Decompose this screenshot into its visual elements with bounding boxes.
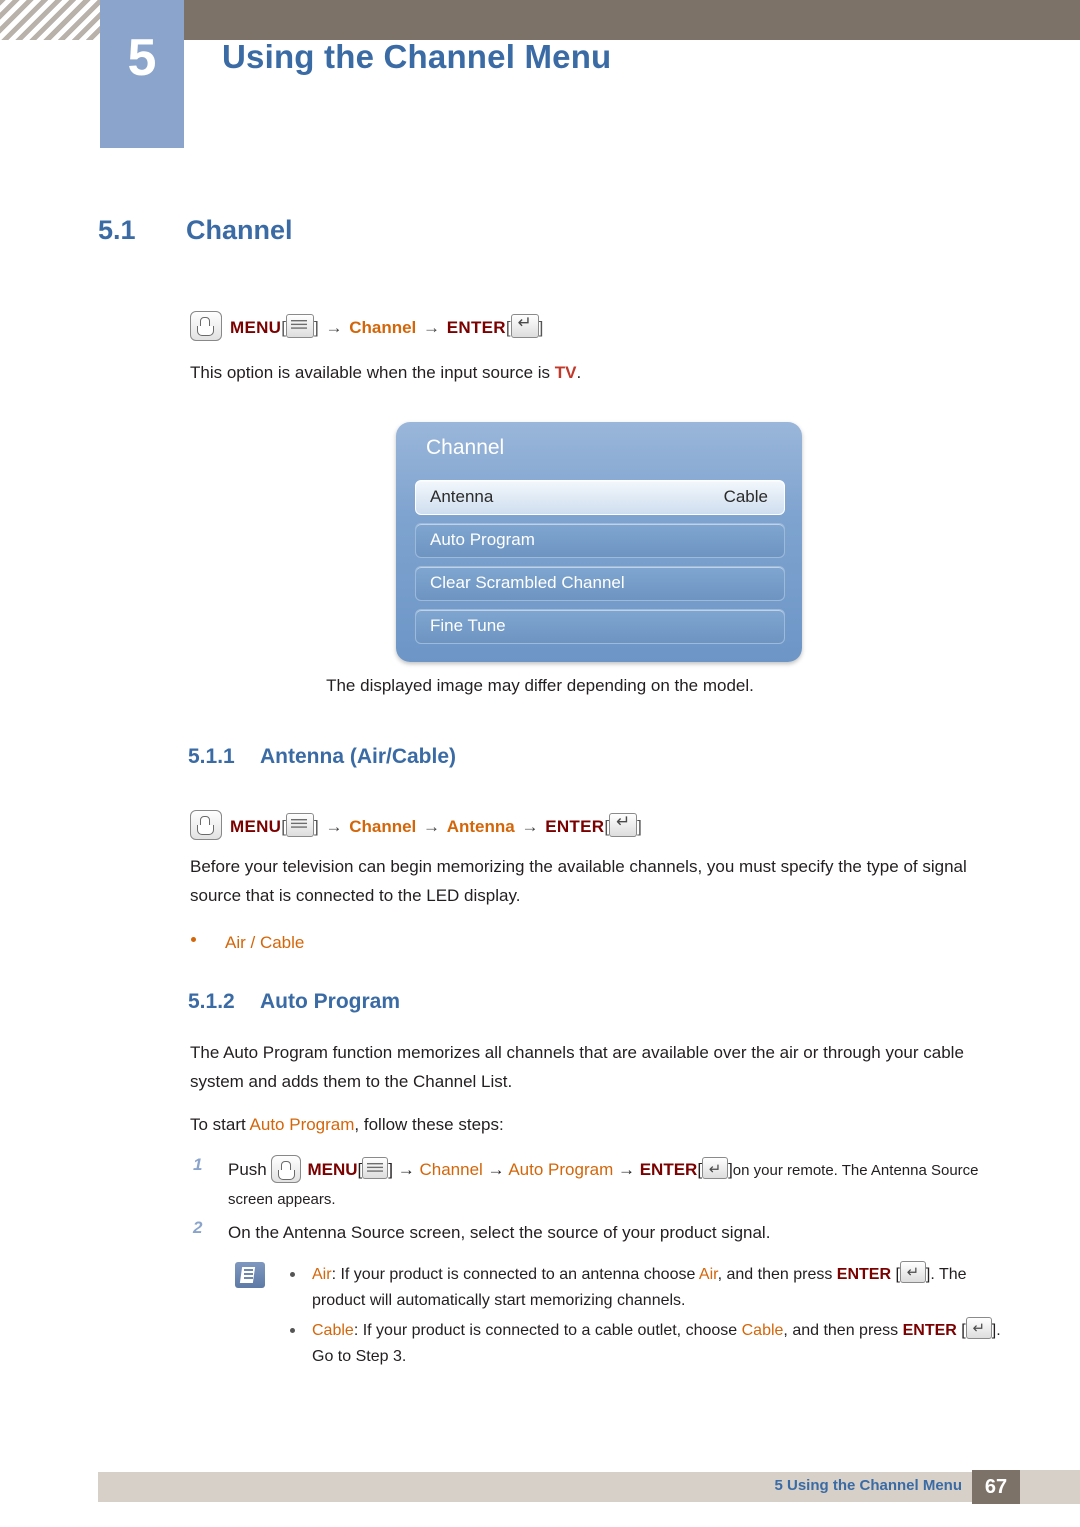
path-channel-label: Channel [419,1160,483,1179]
enter-label: ENTER [836,1266,892,1283]
auto-program-paragraph: The Auto Program function memorizes all … [190,1043,964,1091]
menu-button-icon [286,813,314,837]
intro-paragraph: This option is available when the input … [190,358,990,387]
step-number-1: 1 [193,1155,203,1174]
osd-row-fine-tune[interactable]: Fine Tune [415,609,785,644]
note-cable-before: : If your product is connected to a cabl… [353,1322,742,1339]
note-cable-mid: , and then press [783,1322,903,1339]
hand-press-icon [190,810,222,840]
osd-row-label: Antenna [430,487,494,506]
enter-button-icon [609,812,638,837]
chapter-number-badge: 5 [100,0,184,148]
arrow-glyph-2: → [423,817,440,836]
start-line-highlight: Auto Program [249,1115,355,1134]
bracket-close: ] [388,1160,394,1179]
menu-label: MENU [230,318,282,337]
menu-button-icon [286,314,314,338]
footer-page-number: 67 [972,1470,1020,1504]
step-number-2: 2 [193,1218,203,1237]
osd-caption: The displayed image may differ depending… [326,676,754,695]
bracket-close-2: ] [538,318,544,337]
osd-channel-menu: Channel Antenna Cable Auto Program Clear… [396,422,802,662]
note-icon [235,1262,265,1288]
hand-press-icon [271,1155,302,1183]
intro-text-after: . [576,363,582,382]
enter-label: ENTER [639,1160,698,1179]
note-cable: Cable: If your product is connected to a… [312,1316,1002,1370]
arrow-glyph: → [325,318,343,337]
antenna-options-bullet: Air / Cable [225,933,305,952]
bracket-open-2: [ [505,318,511,337]
step-2-text: On the Antenna Source screen, select the… [228,1223,771,1242]
section-number: 5.1 [98,215,136,245]
menu-button-icon [362,1157,389,1179]
path-channel-label: Channel [349,318,417,337]
enter-button-icon [510,313,539,338]
enter-label: ENTER [545,817,605,836]
note-air-before: : If your product is connected to an ant… [331,1266,699,1283]
osd-row-label: Fine Tune [430,616,506,635]
intro-text-before: This option is available when the input … [190,363,555,382]
osd-row-label: Auto Program [430,530,535,549]
header-hatch-decoration [0,0,100,40]
arrow-glyph-3: → [521,817,539,836]
start-line-before: To start [190,1115,250,1134]
antenna-paragraph: Before your television can begin memoriz… [190,857,967,905]
note-term-cable-2: Cable [741,1322,784,1339]
menu-path-channel: MENU[] → Channel → ENTER[] [190,311,543,341]
bracket-close: ] [314,817,319,836]
enter-button-icon [899,1260,926,1286]
bracket-close-2: ] [637,817,642,836]
subsection-title: Antenna (Air/Cable) [260,745,457,768]
menu-label: MENU [307,1160,358,1179]
arrow-glyph: → [325,817,343,836]
footer-chapter-text: 5 Using the Channel Menu [774,1477,962,1494]
start-line-after: , follow these steps: [354,1115,504,1134]
enter-button-icon [965,1316,992,1342]
enter-label: ENTER [902,1322,957,1339]
osd-row-label: Clear Scrambled Channel [430,573,625,592]
osd-row-antenna[interactable]: Antenna Cable [415,480,785,515]
menu-path-antenna: MENU[] → Channel → Antenna → ENTER[] [190,810,642,840]
arrow-glyph-3: → [617,1160,635,1179]
bracket-close: ] [314,318,319,337]
subsection-heading-antenna: 5.1.1 Antenna (Air/Cable) [188,745,456,769]
step-1-push: Push [228,1160,267,1179]
menu-label: MENU [230,817,282,836]
hand-press-icon [190,311,222,341]
subsection-number: 5.1.2 [188,990,235,1013]
osd-row-auto-program[interactable]: Auto Program [415,523,785,558]
enter-button-icon [702,1156,729,1184]
osd-row-value: Cable [723,487,768,506]
section-heading: 5.1 Channel [98,215,293,246]
arrow-glyph: → [397,1160,415,1179]
note-air: Air: If your product is connected to an … [312,1260,1002,1314]
path-auto-program-label: Auto Program [508,1160,614,1179]
note-term-cable: Cable [312,1322,354,1339]
bullet-marker [191,937,196,942]
arrow-glyph-2: → [487,1160,505,1179]
intro-tv-token: TV [554,363,577,382]
path-channel-label: Channel [349,817,417,836]
osd-title: Channel [426,436,505,459]
chapter-title: Using the Channel Menu [222,38,612,75]
osd-row-clear-scrambled-channel[interactable]: Clear Scrambled Channel [415,566,785,601]
subsection-title: Auto Program [260,990,401,1013]
bullet-marker-2 [290,1328,295,1333]
step-1-text: Push MENU[] → Channel → Auto Program → E… [228,1155,998,1214]
note-term-air-2: Air [698,1266,718,1283]
subsection-heading-auto-program: 5.1.2 Auto Program [188,990,400,1014]
auto-program-start-line: To start Auto Program, follow these step… [190,1110,1000,1139]
section-title: Channel [186,215,293,245]
note-term-air: Air [312,1266,332,1283]
arrow-glyph-2: → [423,318,440,337]
enter-label: ENTER [446,318,506,337]
subsection-number: 5.1.1 [188,745,235,768]
note-air-mid: , and then press [717,1266,837,1283]
path-antenna-label: Antenna [446,817,515,836]
footer-tail [1020,1470,1080,1504]
bullet-marker [290,1272,295,1277]
